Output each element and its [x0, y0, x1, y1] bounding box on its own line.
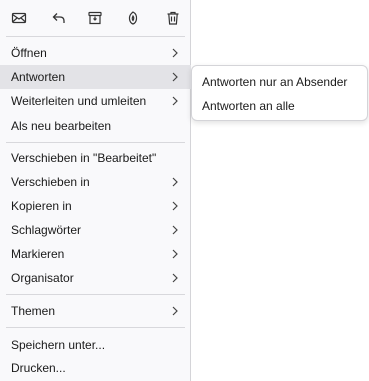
chevron-right-icon — [172, 225, 178, 235]
chevron-right-icon — [172, 48, 178, 58]
menu-item-markieren[interactable]: Markieren — [0, 242, 191, 266]
menu-item-weiterleiten[interactable]: Weiterleiten und umleiten — [0, 89, 191, 113]
chevron-right-icon — [172, 96, 178, 106]
junk-icon[interactable] — [118, 5, 148, 31]
reply-icon[interactable] — [44, 5, 74, 31]
submenu-item-label: Antworten nur an Absender — [202, 75, 348, 89]
menu-item-verschieben-bearbeitet[interactable]: Verschieben in "Bearbeitet" — [0, 146, 191, 170]
menu-item-schlagwoerter[interactable]: Schlagwörter — [0, 218, 191, 242]
menu-item-organisator[interactable]: Organisator — [0, 266, 191, 290]
menu-item-label: Weiterleiten und umleiten — [11, 94, 147, 108]
menu-item-label: Verschieben in "Bearbeitet" — [11, 151, 157, 165]
menu-item-label: Organisator — [11, 271, 74, 285]
menu-separator — [6, 36, 185, 37]
menu-item-speichern-unter[interactable]: Speichern unter... — [0, 333, 191, 357]
menu-item-oeffnen[interactable]: Öffnen — [0, 41, 191, 65]
context-menu: Öffnen Antworten Weiterleiten und umleit… — [0, 0, 191, 381]
archive-icon[interactable] — [80, 5, 110, 31]
delete-icon[interactable] — [158, 5, 188, 31]
menu-item-label: Öffnen — [11, 46, 47, 60]
menu-item-label: Antworten — [11, 70, 66, 84]
menu-item-label: Verschieben in — [11, 175, 90, 189]
menu-separator — [6, 142, 185, 143]
menu-item-label: Als neu bearbeiten — [11, 119, 112, 133]
chevron-right-icon — [172, 273, 178, 283]
menu-item-verschieben-in[interactable]: Verschieben in — [0, 170, 191, 194]
menu-item-label: Markieren — [11, 247, 65, 261]
submenu-item-reply-all[interactable]: Antworten an alle — [192, 94, 367, 118]
antworten-submenu: Antworten nur an Absender Antworten an a… — [191, 65, 368, 121]
submenu-item-reply-sender[interactable]: Antworten nur an Absender — [192, 70, 367, 94]
chevron-right-icon — [172, 177, 178, 187]
chevron-right-icon — [172, 72, 178, 82]
chevron-right-icon — [172, 201, 178, 211]
submenu-item-label: Antworten an alle — [202, 99, 295, 113]
menu-item-label: Themen — [11, 304, 56, 318]
mark-read-icon[interactable] — [4, 5, 34, 31]
menu-item-label: Kopieren in — [11, 199, 72, 213]
menu-item-label: Drucken... — [11, 361, 66, 375]
menu-item-kopieren-in[interactable]: Kopieren in — [0, 194, 191, 218]
menu-separator — [6, 294, 185, 295]
menu-item-antworten[interactable]: Antworten — [0, 65, 191, 89]
menu-separator — [6, 327, 185, 328]
menu-item-drucken[interactable]: Drucken... — [0, 356, 191, 380]
menu-item-label: Schlagwörter — [11, 223, 82, 237]
menu-icon-toolbar — [0, 5, 191, 31]
menu-item-label: Speichern unter... — [11, 338, 106, 352]
menu-item-als-neu-bearbeiten[interactable]: Als neu bearbeiten — [0, 114, 191, 138]
chevron-right-icon — [172, 249, 178, 259]
menu-item-themen[interactable]: Themen — [0, 299, 191, 323]
chevron-right-icon — [172, 306, 178, 316]
